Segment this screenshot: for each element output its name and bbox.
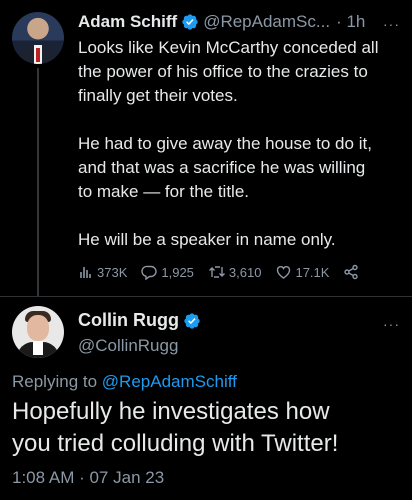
tweet-line: finally get their votes.: [78, 86, 238, 105]
avatar[interactable]: [12, 306, 64, 358]
like-button[interactable]: 17.1K: [275, 264, 329, 280]
verified-badge-icon: [182, 14, 198, 30]
reply-count: 1,925: [161, 264, 194, 280]
reply-icon: [141, 265, 157, 280]
thread-line: [37, 68, 39, 296]
avatar-face: [27, 315, 49, 341]
tweet-time[interactable]: · 1h: [336, 12, 365, 32]
divider: [0, 296, 412, 297]
like-icon: [277, 266, 291, 279]
retweet-count: 3,610: [228, 264, 262, 280]
like-count: 17.1K: [295, 264, 330, 280]
reply-body: Hopefully he investigates how you tried …: [12, 396, 408, 460]
avatar-tie: [36, 48, 40, 62]
avatar[interactable]: [12, 12, 64, 64]
tweet-paragraph: He will be a speaker in name only.: [78, 228, 404, 252]
avatar-collar: [33, 341, 43, 355]
tweet-line: He will be a speaker in name only.: [78, 230, 336, 249]
retweet-button[interactable]: 3,610: [208, 264, 262, 280]
views-icon: [80, 267, 91, 278]
tweet-header: Adam Schiff @RepAdamSc... · 1h ···: [78, 10, 400, 34]
reply-header: Collin Rugg: [78, 310, 201, 331]
reply-line: you tried colluding with Twitter!: [12, 430, 339, 457]
more-icon[interactable]: ···: [383, 316, 400, 332]
share-icon: [344, 264, 359, 280]
reply-button[interactable]: 1,925: [141, 264, 194, 280]
author-handle[interactable]: @RepAdamSc...: [203, 12, 330, 32]
tweet-actions: 373K 1,925 3,610 17.1K: [78, 262, 378, 282]
replying-mention-link[interactable]: @RepAdamSchiff: [102, 372, 237, 391]
tweet-body: Looks like Kevin McCarthy conceded all t…: [78, 36, 404, 252]
tweet-paragraph: He had to give away the house to do it, …: [78, 132, 404, 204]
reply-line: Hopefully he investigates how: [12, 398, 330, 425]
author-handle[interactable]: @CollinRugg: [78, 336, 178, 356]
verified-badge-icon: [184, 312, 200, 329]
tweet-line: the power of his office to the crazies t…: [78, 62, 368, 81]
replying-prefix: Replying to: [12, 372, 98, 391]
retweet-icon: [208, 266, 225, 278]
original-tweet[interactable]: Adam Schiff @RepAdamSc... · 1h ··· Looks…: [0, 0, 412, 296]
author-name[interactable]: Adam Schiff: [78, 12, 177, 32]
author-name[interactable]: Collin Rugg: [78, 310, 179, 331]
tweet-line: and that was a sacrifice he was willing: [78, 158, 366, 177]
tweet-line: Looks like Kevin McCarthy conceded all: [78, 38, 379, 57]
views-count: 373K: [97, 264, 128, 280]
share-button[interactable]: [343, 264, 362, 280]
replying-to: Replying to @RepAdamSchiff: [12, 372, 237, 392]
reply-timestamp[interactable]: 1:08 AM · 07 Jan 23: [12, 468, 164, 488]
tweet-line: He had to give away the house to do it,: [78, 134, 372, 153]
tweet-line: to make — for the title.: [78, 182, 250, 201]
more-icon[interactable]: ···: [383, 16, 400, 32]
views-button[interactable]: 373K: [78, 264, 127, 280]
tweet-paragraph: Looks like Kevin McCarthy conceded all t…: [78, 36, 404, 108]
